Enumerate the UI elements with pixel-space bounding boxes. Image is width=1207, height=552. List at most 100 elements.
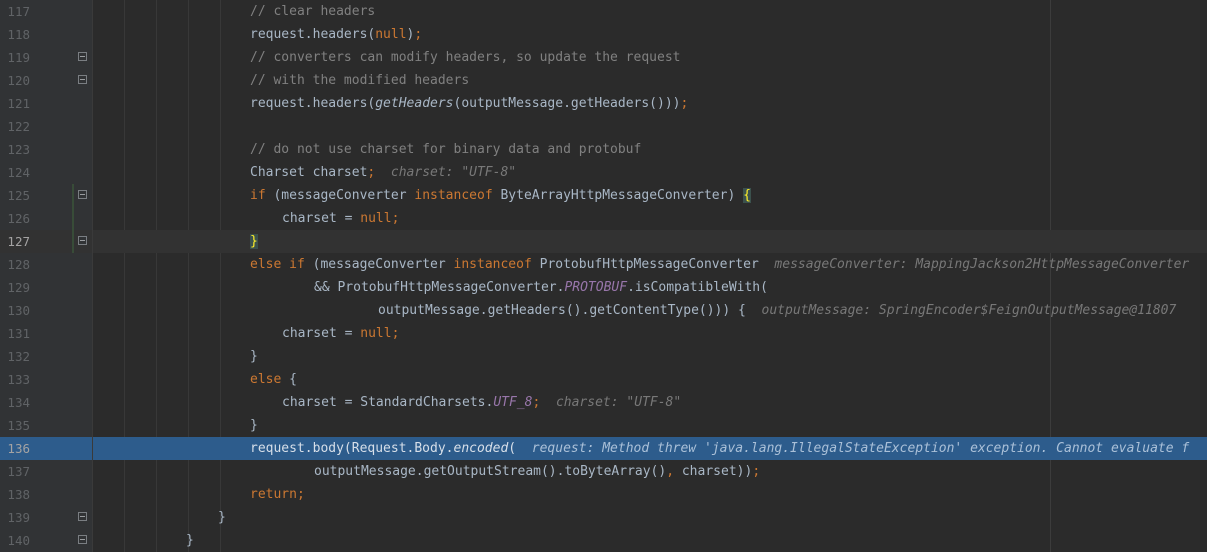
line-number[interactable]: 122 [0,115,30,138]
line-background [93,322,1207,345]
line-background [93,230,1207,253]
fold-toggle-icon[interactable] [78,52,87,61]
fold-toggle-icon[interactable] [78,190,87,199]
inline-debug-value: outputMessage: SpringEncoder$FeignOutput… [745,303,1177,318]
vcs-change-marker[interactable] [72,184,74,207]
line-number[interactable]: 132 [0,345,30,368]
code-line[interactable]: 140} [0,529,1207,552]
code-line[interactable]: 119 // converters can modify headers, so … [0,46,1207,69]
code-text[interactable]: charset = StandardCharsets.UTF_8; charse… [282,391,681,414]
code-line[interactable]: 121 request.headers(getHeaders(outputMess… [0,92,1207,115]
code-text[interactable]: } [250,414,258,437]
line-number[interactable]: 137 [0,460,30,483]
line-number[interactable]: 119 [0,46,30,69]
code-line[interactable]: 137 outputMessage.getOutputStream().toByt… [0,460,1207,483]
code-token: } [218,510,226,525]
code-text[interactable]: outputMessage.getHeaders().getContentTyp… [378,299,1176,322]
code-line[interactable]: 133 else { [0,368,1207,391]
code-line[interactable]: 125 if (messageConverter instanceof ByteA… [0,184,1207,207]
code-text[interactable]: return; [250,483,305,506]
code-text[interactable]: request.headers(null); [250,23,422,46]
code-line[interactable]: 132} [0,345,1207,368]
line-number[interactable]: 124 [0,161,30,184]
code-line[interactable]: 124 Charset charset; charset: "UTF-8" [0,161,1207,184]
line-number[interactable]: 134 [0,391,30,414]
code-line[interactable]: 126 charset = null; [0,207,1207,230]
line-number[interactable]: 125 [0,184,30,207]
line-number[interactable]: 138 [0,483,30,506]
code-line[interactable]: 118 request.headers(null); [0,23,1207,46]
code-line[interactable]: 131 charset = null; [0,322,1207,345]
code-text[interactable]: // clear headers [250,0,375,23]
code-token: ( [508,441,517,456]
code-token: ; [391,326,400,341]
code-line[interactable]: 129 && ProtobufHttpMessageConverter.PROTO… [0,276,1207,299]
line-number[interactable]: 136 [0,437,30,460]
code-text[interactable]: else { [250,368,297,391]
current-line[interactable]: 127} [0,230,1207,253]
code-token: request.headers( [250,96,376,111]
line-number[interactable]: 129 [0,276,30,299]
code-text[interactable]: // converters can modify headers, so upd… [250,46,680,69]
code-token: ; [680,96,689,111]
line-number[interactable]: 140 [0,529,30,552]
execution-point-line[interactable]: 136 request.body(Request.Body.encoded( re… [0,437,1207,460]
vcs-change-marker[interactable] [72,230,74,253]
fold-toggle-icon[interactable] [78,236,87,245]
code-line[interactable]: 122 [0,115,1207,138]
code-text[interactable]: // with the modified headers [250,69,469,92]
code-token: // do not use charset for binary data an… [250,142,642,157]
code-token: charset = [282,326,361,341]
line-number[interactable]: 117 [0,0,30,23]
fold-toggle-icon[interactable] [78,535,87,544]
code-text[interactable]: else if (messageConverter instanceof Pro… [250,253,1189,276]
line-number[interactable]: 123 [0,138,30,161]
code-line[interactable]: 135} [0,414,1207,437]
code-line[interactable]: 128 else if (messageConverter instanceof … [0,253,1207,276]
code-line[interactable]: 134 charset = StandardCharsets.UTF_8; cha… [0,391,1207,414]
line-number[interactable]: 126 [0,207,30,230]
code-text[interactable]: charset = null; [282,207,399,230]
code-line[interactable]: 139} [0,506,1207,529]
code-token: (outputMessage.getHeaders())) [453,96,681,111]
code-text[interactable]: } [218,506,226,529]
line-number[interactable]: 128 [0,253,30,276]
code-text[interactable]: } [186,529,194,552]
code-token: request.headers( [250,27,376,42]
line-number[interactable]: 121 [0,92,30,115]
code-line[interactable]: 123 // do not use charset for binary data… [0,138,1207,161]
code-text[interactable]: Charset charset; charset: "UTF-8" [250,161,516,184]
line-number[interactable]: 135 [0,414,30,437]
code-editor[interactable]: 117 // clear headers 118 request.headers(nu… [0,0,1207,552]
code-text[interactable]: } [250,345,258,368]
line-number[interactable]: 118 [0,23,30,46]
code-text[interactable]: charset = null; [282,322,399,345]
code-line[interactable]: 138 return; [0,483,1207,506]
code-token: encoded [453,441,509,456]
code-token: outputMessage.getHeaders().getContentTyp… [378,303,746,318]
vcs-change-marker[interactable] [72,207,74,230]
line-number[interactable]: 127 [0,230,30,253]
line-background [93,345,1207,368]
code-line[interactable]: 120 // with the modified headers [0,69,1207,92]
line-number[interactable]: 131 [0,322,30,345]
code-token: outputMessage.getOutputStream().toByteAr… [314,464,667,479]
fold-toggle-icon[interactable] [78,512,87,521]
line-background [93,115,1207,138]
inline-debug-value: messageConverter: MappingJackson2HttpMes… [758,257,1190,272]
code-text[interactable]: outputMessage.getOutputStream().toByteAr… [314,460,760,483]
code-line[interactable]: 117 // clear headers [0,0,1207,23]
code-text[interactable]: // do not use charset for binary data an… [250,138,641,161]
line-number[interactable]: 120 [0,69,30,92]
line-number[interactable]: 139 [0,506,30,529]
code-text[interactable]: && ProtobufHttpMessageConverter.PROTOBUF… [314,276,768,299]
code-text[interactable]: if (messageConverter instanceof ByteArra… [250,184,751,207]
line-number[interactable]: 133 [0,368,30,391]
fold-toggle-icon[interactable] [78,75,87,84]
code-token: , [666,464,675,479]
code-line[interactable]: 130 outputMessage.getHeaders().getContent… [0,299,1207,322]
line-number[interactable]: 130 [0,299,30,322]
code-text[interactable]: request.body(Request.Body.encoded( reque… [250,437,1189,460]
code-text[interactable]: } [250,230,258,253]
code-text[interactable]: request.headers(getHeaders(outputMessage… [250,92,688,115]
